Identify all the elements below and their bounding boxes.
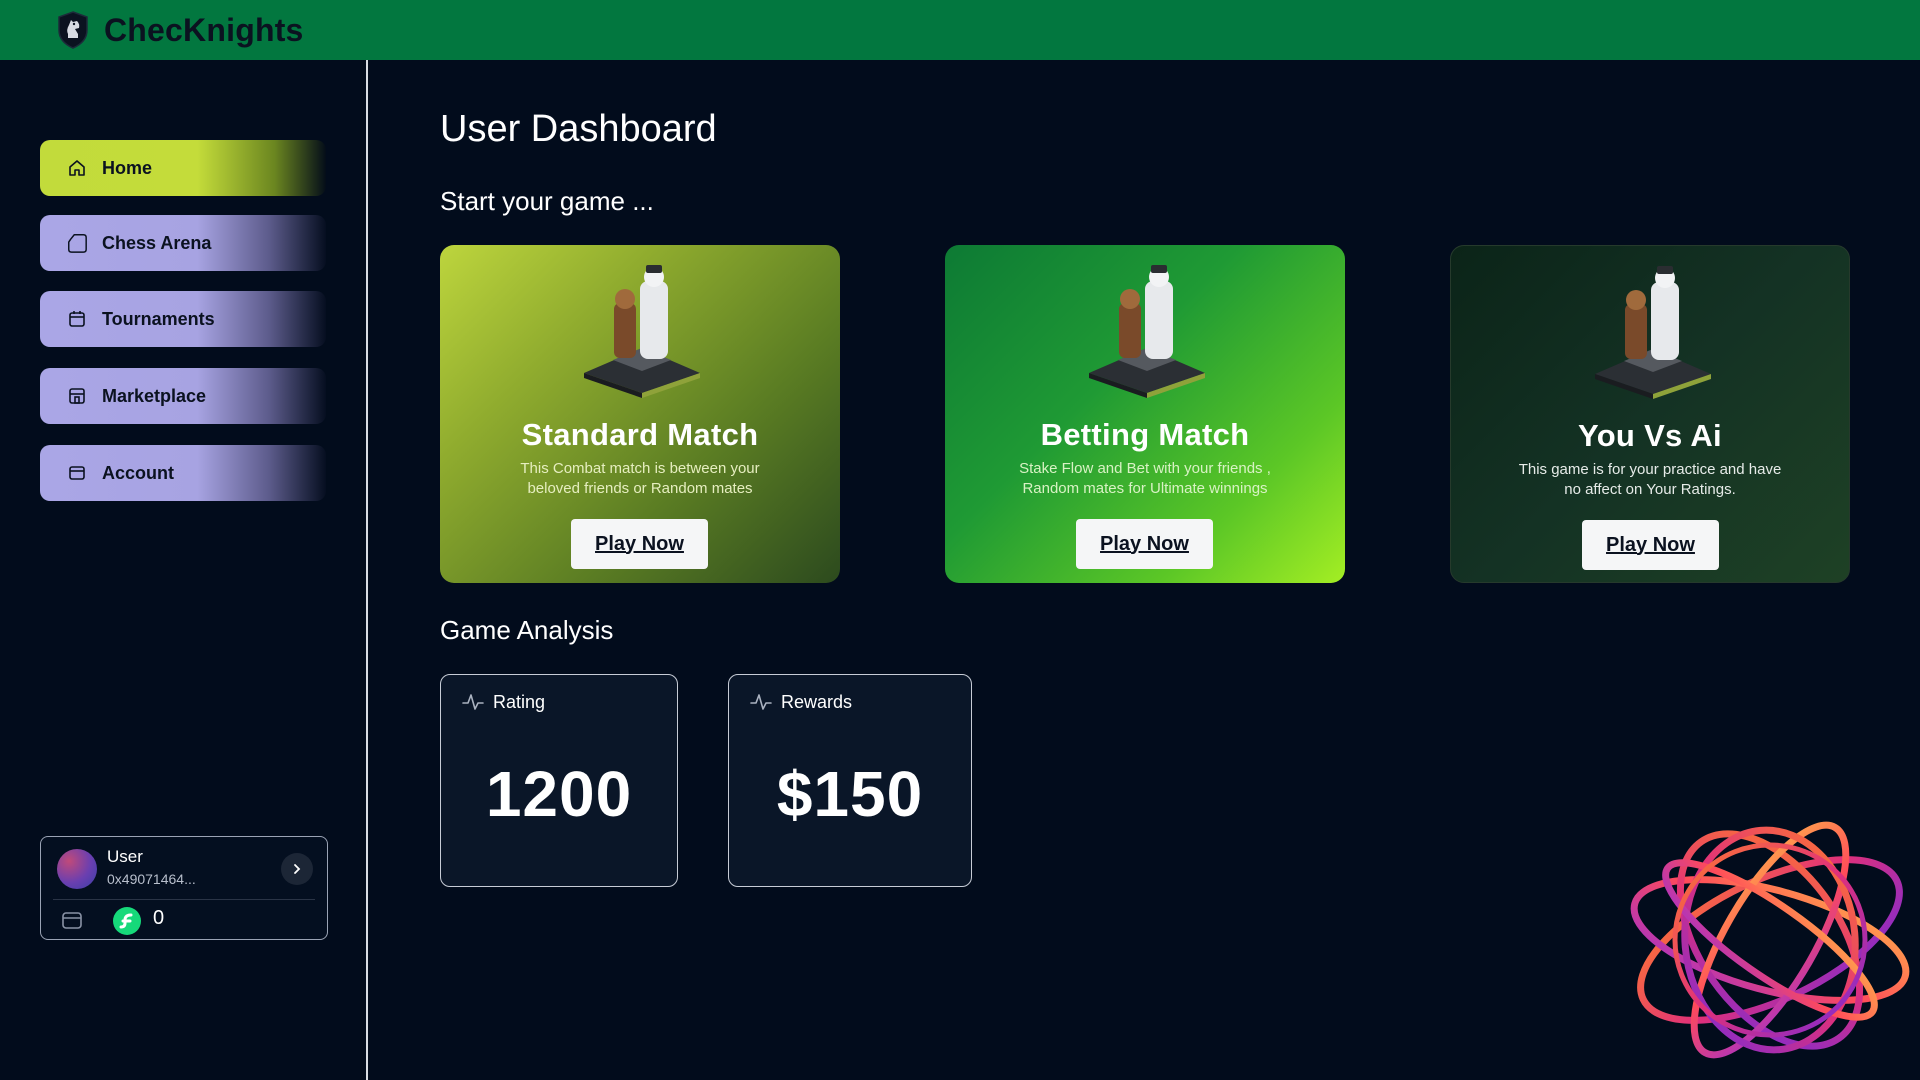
card-title: Standard Match bbox=[521, 417, 759, 452]
avatar[interactable] bbox=[57, 849, 97, 889]
wallet-icon bbox=[66, 462, 88, 484]
token-balance: 0 bbox=[153, 907, 165, 929]
sidebar-item-label: Marketplace bbox=[102, 385, 207, 406]
ribbon-sphere-decoration-icon bbox=[1600, 790, 1920, 1080]
rating-value: 1200 bbox=[485, 758, 633, 830]
stat-label: Rewards bbox=[781, 691, 853, 712]
calendar-icon bbox=[66, 308, 88, 330]
sidebar-item-account[interactable]: Account bbox=[40, 445, 326, 501]
sidebar-item-marketplace[interactable]: Marketplace bbox=[40, 368, 326, 424]
card-description: This game is for your practice and have … bbox=[1518, 461, 1782, 498]
sidebar: Home Chess Arena Tournaments Marketplace… bbox=[0, 60, 368, 1080]
flow-token-icon bbox=[113, 907, 141, 935]
wallet-address: 0x49071464... bbox=[107, 871, 196, 887]
sidebar-item-label: Tournaments bbox=[102, 308, 215, 329]
rewards-value: $150 bbox=[776, 758, 924, 830]
card-description: Stake Flow and Bet with your friends , R… bbox=[1019, 460, 1271, 497]
chess-pieces-image bbox=[582, 263, 702, 398]
play-now-button[interactable]: Play Now bbox=[1076, 519, 1213, 569]
you-vs-ai-card: You Vs Ai This game is for your practice… bbox=[1450, 245, 1850, 583]
card-title: You Vs Ai bbox=[1578, 418, 1722, 453]
sidebar-item-home[interactable]: Home bbox=[40, 140, 326, 196]
wallet-icon bbox=[61, 909, 83, 931]
user-name: User bbox=[107, 847, 143, 866]
card-description: This Combat match is between your belove… bbox=[520, 460, 760, 497]
sidebar-item-label: Chess Arena bbox=[102, 232, 212, 253]
sidebar-item-chess-arena[interactable]: Chess Arena bbox=[40, 215, 326, 271]
sidebar-item-label: Home bbox=[102, 157, 153, 178]
stat-header: Rating bbox=[461, 691, 545, 713]
chevron-right-icon[interactable] bbox=[281, 853, 313, 885]
sidebar-item-tournaments[interactable]: Tournaments bbox=[40, 291, 326, 347]
knight-shield-logo-icon[interactable] bbox=[56, 10, 90, 50]
betting-match-card: Betting Match Stake Flow and Bet with yo… bbox=[945, 245, 1345, 583]
user-card: User 0x49071464... 0 bbox=[40, 836, 328, 940]
activity-icon bbox=[461, 691, 485, 713]
play-now-button[interactable]: Play Now bbox=[571, 519, 708, 569]
sidebar-item-label: Account bbox=[102, 462, 174, 483]
stat-label: Rating bbox=[493, 691, 546, 712]
stat-header: Rewards bbox=[749, 691, 852, 713]
top-bar: ChecKnights bbox=[0, 0, 1920, 60]
page-title: User Dashboard bbox=[440, 108, 717, 150]
brand-name[interactable]: ChecKnights bbox=[104, 12, 304, 49]
activity-icon bbox=[749, 691, 773, 713]
game-analysis-heading: Game Analysis bbox=[440, 615, 614, 645]
rating-card: Rating 1200 bbox=[440, 674, 678, 887]
standard-match-card: Standard Match This Combat match is betw… bbox=[440, 245, 840, 583]
chess-pieces-image bbox=[1593, 264, 1713, 399]
card-title: Betting Match bbox=[1040, 417, 1250, 452]
divider bbox=[53, 899, 315, 900]
rewards-card: Rewards $150 bbox=[728, 674, 972, 887]
start-game-heading: Start your game ... bbox=[440, 186, 654, 216]
chess-pieces-image bbox=[1087, 263, 1207, 398]
play-now-button[interactable]: Play Now bbox=[1582, 520, 1719, 570]
store-icon bbox=[66, 385, 88, 407]
chess-arena-icon bbox=[66, 232, 88, 254]
home-icon bbox=[66, 157, 88, 179]
